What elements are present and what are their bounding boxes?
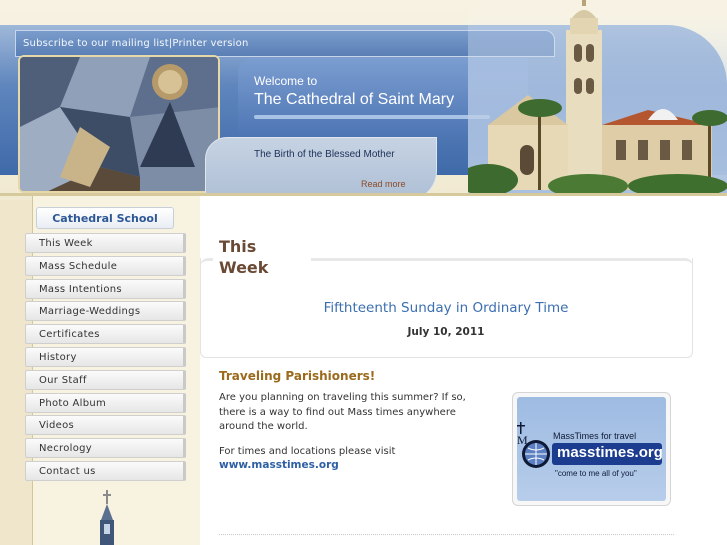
mosaic-artwork-image (18, 55, 220, 193)
page-title: This Week (213, 236, 311, 278)
welcome-subtitle: Welcome to (254, 74, 318, 88)
liturgical-title: Fifthteenth Sunday in Ordinary Time (323, 300, 569, 316)
article-paragraph-2: For times and locations please visit (219, 446, 396, 457)
sidebar-nav: This Week Mass Schedule Mass Intentions … (25, 233, 186, 484)
masstimes-link[interactable]: www.masstimes.org (219, 459, 339, 471)
feature-title: The Birth of the Blessed Mother (254, 149, 395, 160)
top-links: Subscribe to our mailing list|Printer ve… (23, 38, 249, 49)
steeple-icon (96, 490, 118, 545)
content-divider (219, 534, 674, 535)
liturgical-date: July 10, 2011 (407, 326, 485, 338)
sidebar-item-history[interactable]: History (25, 346, 186, 367)
ad-tagline: "come to me all of you" (555, 469, 637, 478)
page-title-line2: Week (219, 258, 269, 277)
sidebar-item-videos[interactable]: Videos (25, 415, 186, 436)
sidebar-item-our-staff[interactable]: Our Staff (25, 369, 186, 390)
article-title: Traveling Parishioners! (219, 369, 376, 383)
page-title-line1: This (219, 237, 257, 256)
sidebar-item-photo-album[interactable]: Photo Album (25, 392, 186, 413)
printer-version-link[interactable]: Printer version (172, 38, 248, 49)
mailing-list-link[interactable]: Subscribe to our mailing list (23, 38, 169, 49)
sidebar-item-marriage-weddings[interactable]: Marriage-Weddings (25, 301, 186, 322)
feature-panel (205, 137, 437, 201)
ad-brand-name: masstimes.org (557, 444, 663, 461)
sidebar-item-certificates[interactable]: Certificates (25, 324, 186, 345)
title-underline (254, 115, 490, 119)
sidebar-item-contact-us[interactable]: Contact us (25, 460, 186, 481)
ad-heading: MassTimes for travel (553, 431, 637, 441)
cathedral-school-tab[interactable]: Cathedral School (36, 207, 174, 229)
sidebar-item-mass-schedule[interactable]: Mass Schedule (25, 255, 186, 276)
sidebar-item-necrology[interactable]: Necrology (25, 438, 186, 459)
sidebar-item-this-week[interactable]: This Week (25, 233, 186, 253)
article-paragraph-1: Are you planning on traveling this summe… (219, 392, 466, 432)
cathedral-photo (468, 0, 727, 193)
sidebar-item-mass-intentions[interactable]: Mass Intentions (25, 278, 186, 299)
site-title: The Cathedral of Saint Mary (254, 91, 455, 108)
read-more-link[interactable]: Read more (361, 179, 406, 189)
